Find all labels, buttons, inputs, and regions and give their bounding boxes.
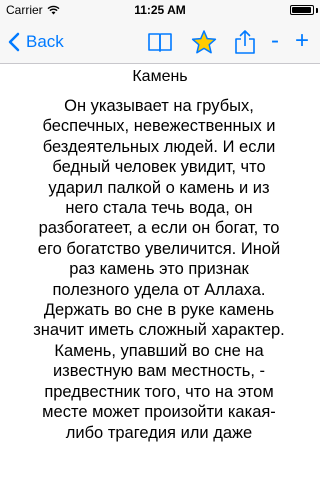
article-line: предвестник того, что на этом (44, 382, 274, 401)
article-line: бездеятельных людей. И если (42, 137, 276, 156)
article-line: Камень, упавший во сне на (54, 341, 264, 360)
status-bar: Carrier 11:25 AM (0, 0, 320, 20)
article-line: раз камень это признак (69, 260, 249, 279)
decrease-font-button[interactable]: - (271, 27, 279, 55)
article-line: полезного удела от Аллаха. (52, 280, 266, 299)
article-content: Камень Он указывает на грубых, беспечных… (0, 64, 320, 480)
battery-tip (316, 8, 318, 13)
article-line: бедный человек увидит, что (52, 158, 266, 177)
article-line: Держать во сне в руке камень (43, 301, 275, 320)
article-line: него стала течь вода, он (65, 199, 253, 218)
article-line: беспечных, невежественных и (42, 117, 276, 136)
increase-font-button[interactable]: + (295, 27, 309, 55)
article-line: Он указывает на грубых, (64, 97, 254, 115)
article-body: Он указывает на грубых, беспечных, невеж… (16, 96, 302, 443)
back-label: Back (26, 32, 64, 51)
navigation-bar: Back - + (0, 20, 320, 64)
status-time: 11:25 AM (134, 3, 186, 17)
article-line: месте может произойти какая- (42, 403, 276, 422)
article-line: ударил палкой о камень и из (48, 178, 270, 197)
article-line: разбогатеет, а если он богат, то (38, 219, 280, 238)
battery-level (292, 7, 311, 13)
battery-icon (290, 5, 314, 15)
article-line: его богатство увеличится. Иной (37, 239, 281, 258)
back-button[interactable]: Back (8, 32, 64, 52)
star-icon[interactable] (191, 29, 217, 55)
chevron-left-icon (8, 32, 20, 52)
share-icon[interactable] (232, 29, 258, 55)
article-title: Камень (132, 68, 188, 85)
book-icon[interactable] (147, 29, 173, 55)
article-line: значит иметь сложный характер. (33, 321, 285, 340)
article-line: либо трагедия или даже (65, 423, 253, 442)
article-line: известную вам местность, - (52, 362, 266, 381)
